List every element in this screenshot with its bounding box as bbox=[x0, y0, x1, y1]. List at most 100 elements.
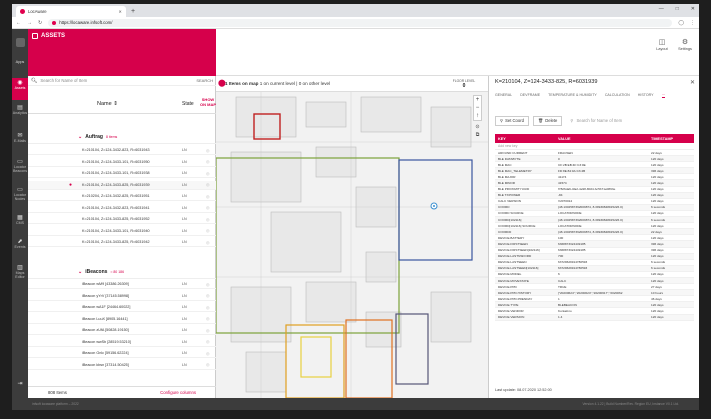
rail-label: Maps Editor bbox=[15, 271, 25, 279]
group-auftrag[interactable]: ⌄ Auftrag 8 items bbox=[28, 130, 216, 144]
list-item[interactable]: iBeacon Gnlc [59156.62224] LN ◎ bbox=[28, 349, 216, 359]
show-on-map-icon[interactable]: ◎ bbox=[206, 217, 210, 222]
url-field[interactable]: https://locaware.infsoft.com/ bbox=[48, 18, 673, 27]
detail-search[interactable]: ⚲ Search for Name of Item bbox=[566, 116, 694, 126]
forward-icon[interactable]: → bbox=[27, 20, 32, 26]
add-key-input[interactable]: Add new key bbox=[495, 143, 694, 150]
list-item[interactable]: K=210104, Z=124-3433-825, R=6031952 LN ◎ bbox=[28, 215, 216, 225]
profile-icon[interactable]: ◯ bbox=[678, 20, 684, 26]
col-value-header[interactable]: VALUE bbox=[555, 137, 648, 141]
show-on-map-icon[interactable]: ◎ bbox=[206, 328, 210, 333]
list-item[interactable]: K=210104, Z=124-3432-823, R=6031943 LN ◎ bbox=[28, 146, 216, 156]
tab-devframe[interactable]: DEVFRAME bbox=[520, 93, 540, 98]
list-item[interactable]: iBeacon zUfA [50828.19150] LN ◎ bbox=[28, 326, 216, 336]
group-ibeacons[interactable]: ⌄ iBeacons ≈ 80 186 bbox=[28, 265, 216, 279]
floor-level-selector[interactable]: FLOOR LEVEL 0 bbox=[452, 79, 476, 89]
show-on-map-icon[interactable]: ◎ bbox=[206, 228, 210, 233]
rail-item-locator-nodes[interactable]: ▭ Locator Nodes bbox=[12, 187, 28, 201]
rail-item-maps-editor[interactable]: ▥ Maps Editor bbox=[12, 265, 28, 279]
maximize-button[interactable]: □ bbox=[676, 6, 679, 12]
delete-button[interactable]: 🗑︎ Delete bbox=[532, 115, 563, 126]
col-state-header[interactable]: State bbox=[182, 101, 194, 107]
cell-timestamp: 22 days bbox=[651, 229, 662, 234]
item-name: K=210104, Z=124-3433-825, R=6031942 bbox=[82, 240, 150, 245]
show-on-map-icon[interactable]: ◎ bbox=[206, 339, 210, 344]
window-controls: — □ ✕ bbox=[659, 6, 695, 12]
show-on-map-icon[interactable]: ◎ bbox=[206, 148, 210, 153]
zoom-out-button[interactable]: − bbox=[474, 104, 481, 112]
tab-more[interactable]: ··· bbox=[661, 93, 666, 98]
col-show-on-map-header[interactable]: SHOW ON MAP bbox=[200, 97, 216, 107]
settings-button[interactable]: ⚙ Settings bbox=[676, 38, 694, 51]
rail-item-emails[interactable]: ✉ E-Mails bbox=[12, 133, 28, 143]
rail-item-assets[interactable]: ◉ Assets bbox=[12, 78, 28, 100]
list-item[interactable]: K=210104, Z=124-3432-823, R=6031941 LN ◎ bbox=[28, 204, 216, 213]
layout-button[interactable]: ◫ Layout bbox=[653, 38, 671, 51]
show-on-map-icon[interactable]: ◎ bbox=[206, 194, 210, 199]
page-title: ASSETS bbox=[41, 33, 66, 39]
list-item[interactable]: K=210104, Z=124-3433-101, R=6031950 LN ◎ bbox=[28, 158, 216, 167]
list-item[interactable]: iBeacon LuuX [8905.16441] LN ◎ bbox=[28, 315, 216, 324]
detail-search-input[interactable]: Search for Name of Item bbox=[576, 118, 622, 123]
layers-button[interactable]: ⧉ bbox=[473, 132, 482, 138]
tab-temperature[interactable]: TEMPERATURE & HUMIDITY bbox=[548, 93, 597, 98]
cell-value: V2070014 bbox=[558, 199, 573, 204]
browser-tab[interactable]: LocAware ✕ bbox=[16, 6, 126, 17]
close-window-button[interactable]: ✕ bbox=[691, 6, 695, 12]
show-on-map-icon[interactable]: ◎ bbox=[206, 305, 210, 310]
list-item[interactable]: iBeacon yYrV [37145.58998] LN ◎ bbox=[28, 292, 216, 301]
show-on-map-icon[interactable]: ◎ bbox=[206, 351, 210, 356]
cell-timestamp: 120 days bbox=[651, 187, 664, 192]
layout-icon: ◫ bbox=[658, 39, 666, 46]
list-item[interactable]: iBeacon kbsn [37314.50425] LN ◎ bbox=[28, 361, 216, 370]
reload-icon[interactable]: ↻ bbox=[38, 20, 42, 26]
tab-calculation[interactable]: CALCULATION bbox=[605, 93, 630, 98]
show-on-map-icon[interactable]: ◎ bbox=[206, 240, 210, 245]
item-name: K=210104, Z=124-3433-825, R=6031952 bbox=[82, 217, 150, 222]
list-item[interactable]: iBeacon wM9 [43386.26309] LN ◎ bbox=[28, 280, 216, 290]
list-item[interactable]: iBeacon wwSb [28519.53210] LN ◎ bbox=[28, 338, 216, 347]
new-tab-button[interactable]: + bbox=[131, 8, 135, 15]
table-row[interactable]: DEVICE.VERSION 1.4 120 days bbox=[495, 314, 694, 321]
list-search-input[interactable]: Search for Name of Item bbox=[40, 78, 193, 83]
show-on-map-icon[interactable]: ◎ bbox=[206, 182, 210, 187]
cell-key: BLE DATABYTE bbox=[498, 156, 521, 161]
show-on-map-icon[interactable]: ◎ bbox=[206, 282, 210, 287]
col-timestamp-header[interactable]: TIMESTAMP bbox=[648, 137, 694, 141]
show-on-map-icon[interactable]: ◎ bbox=[206, 293, 210, 298]
set-coord-button[interactable]: ⚲ Set Coord bbox=[495, 115, 529, 126]
list-item[interactable]: K=210104, Z=124-3433-101, R=6031940 LN ◎ bbox=[28, 227, 216, 236]
search-button[interactable]: SEARCH bbox=[196, 78, 213, 83]
rail-item-locator-beacons[interactable]: ▭ Locator Beacons bbox=[12, 159, 28, 173]
list-item[interactable]: K=210204, Z=124-3432-825, R=6031951 LN ◎ bbox=[28, 192, 216, 202]
map-view[interactable]: ⬤ 1 Items on map 1 on current level | 0 … bbox=[216, 76, 488, 398]
locate-button[interactable]: ⊙ bbox=[473, 124, 482, 130]
list-item[interactable]: iBeacon wA1F [24464.60022] LN ◎ bbox=[28, 303, 216, 313]
rail-item-cms[interactable]: ▦ CMS bbox=[12, 215, 28, 225]
show-on-map-icon[interactable]: ◎ bbox=[206, 159, 210, 164]
list-item[interactable]: ● K=210104, Z=124-3433-825, R=6031939 LN ◎ bbox=[28, 180, 216, 190]
show-on-map-icon[interactable]: ◎ bbox=[206, 205, 210, 210]
close-detail-button[interactable]: ✕ bbox=[690, 79, 695, 86]
zoom-in-button[interactable]: + bbox=[474, 96, 481, 104]
cell-timestamp: 27 days bbox=[651, 284, 662, 289]
col-key-header[interactable]: KEY bbox=[495, 137, 555, 141]
show-on-map-icon[interactable]: ◎ bbox=[206, 171, 210, 176]
show-on-map-icon[interactable]: ◎ bbox=[206, 362, 210, 367]
tab-history[interactable]: HISTORY bbox=[638, 93, 654, 98]
minimize-button[interactable]: — bbox=[659, 6, 664, 12]
configure-columns-button[interactable]: Configure columns bbox=[160, 390, 196, 395]
tab-general[interactable]: GENERAL bbox=[495, 93, 512, 98]
list-item[interactable]: K=210104, Z=124-3433-101, R=6031938 LN ◎ bbox=[28, 169, 216, 179]
apps-launcher[interactable]: Apps bbox=[12, 29, 28, 76]
col-name-header[interactable]: Name ⇕ bbox=[97, 101, 118, 107]
compass-button[interactable]: ↑ bbox=[474, 112, 481, 120]
browser-menu-icon[interactable]: ⋮ bbox=[690, 20, 695, 26]
show-on-map-icon[interactable]: ◎ bbox=[206, 316, 210, 321]
rail-item-analytics[interactable]: ▤ Analytics bbox=[12, 105, 28, 115]
close-tab-icon[interactable]: ✕ bbox=[118, 9, 122, 14]
list-item[interactable]: K=210104, Z=124-3433-825, R=6031942 LN ◎ bbox=[28, 238, 216, 248]
rail-collapse[interactable]: ⇥ bbox=[12, 381, 28, 387]
back-icon[interactable]: ← bbox=[16, 20, 21, 26]
rail-item-events[interactable]: ⬈ Events bbox=[12, 239, 28, 249]
